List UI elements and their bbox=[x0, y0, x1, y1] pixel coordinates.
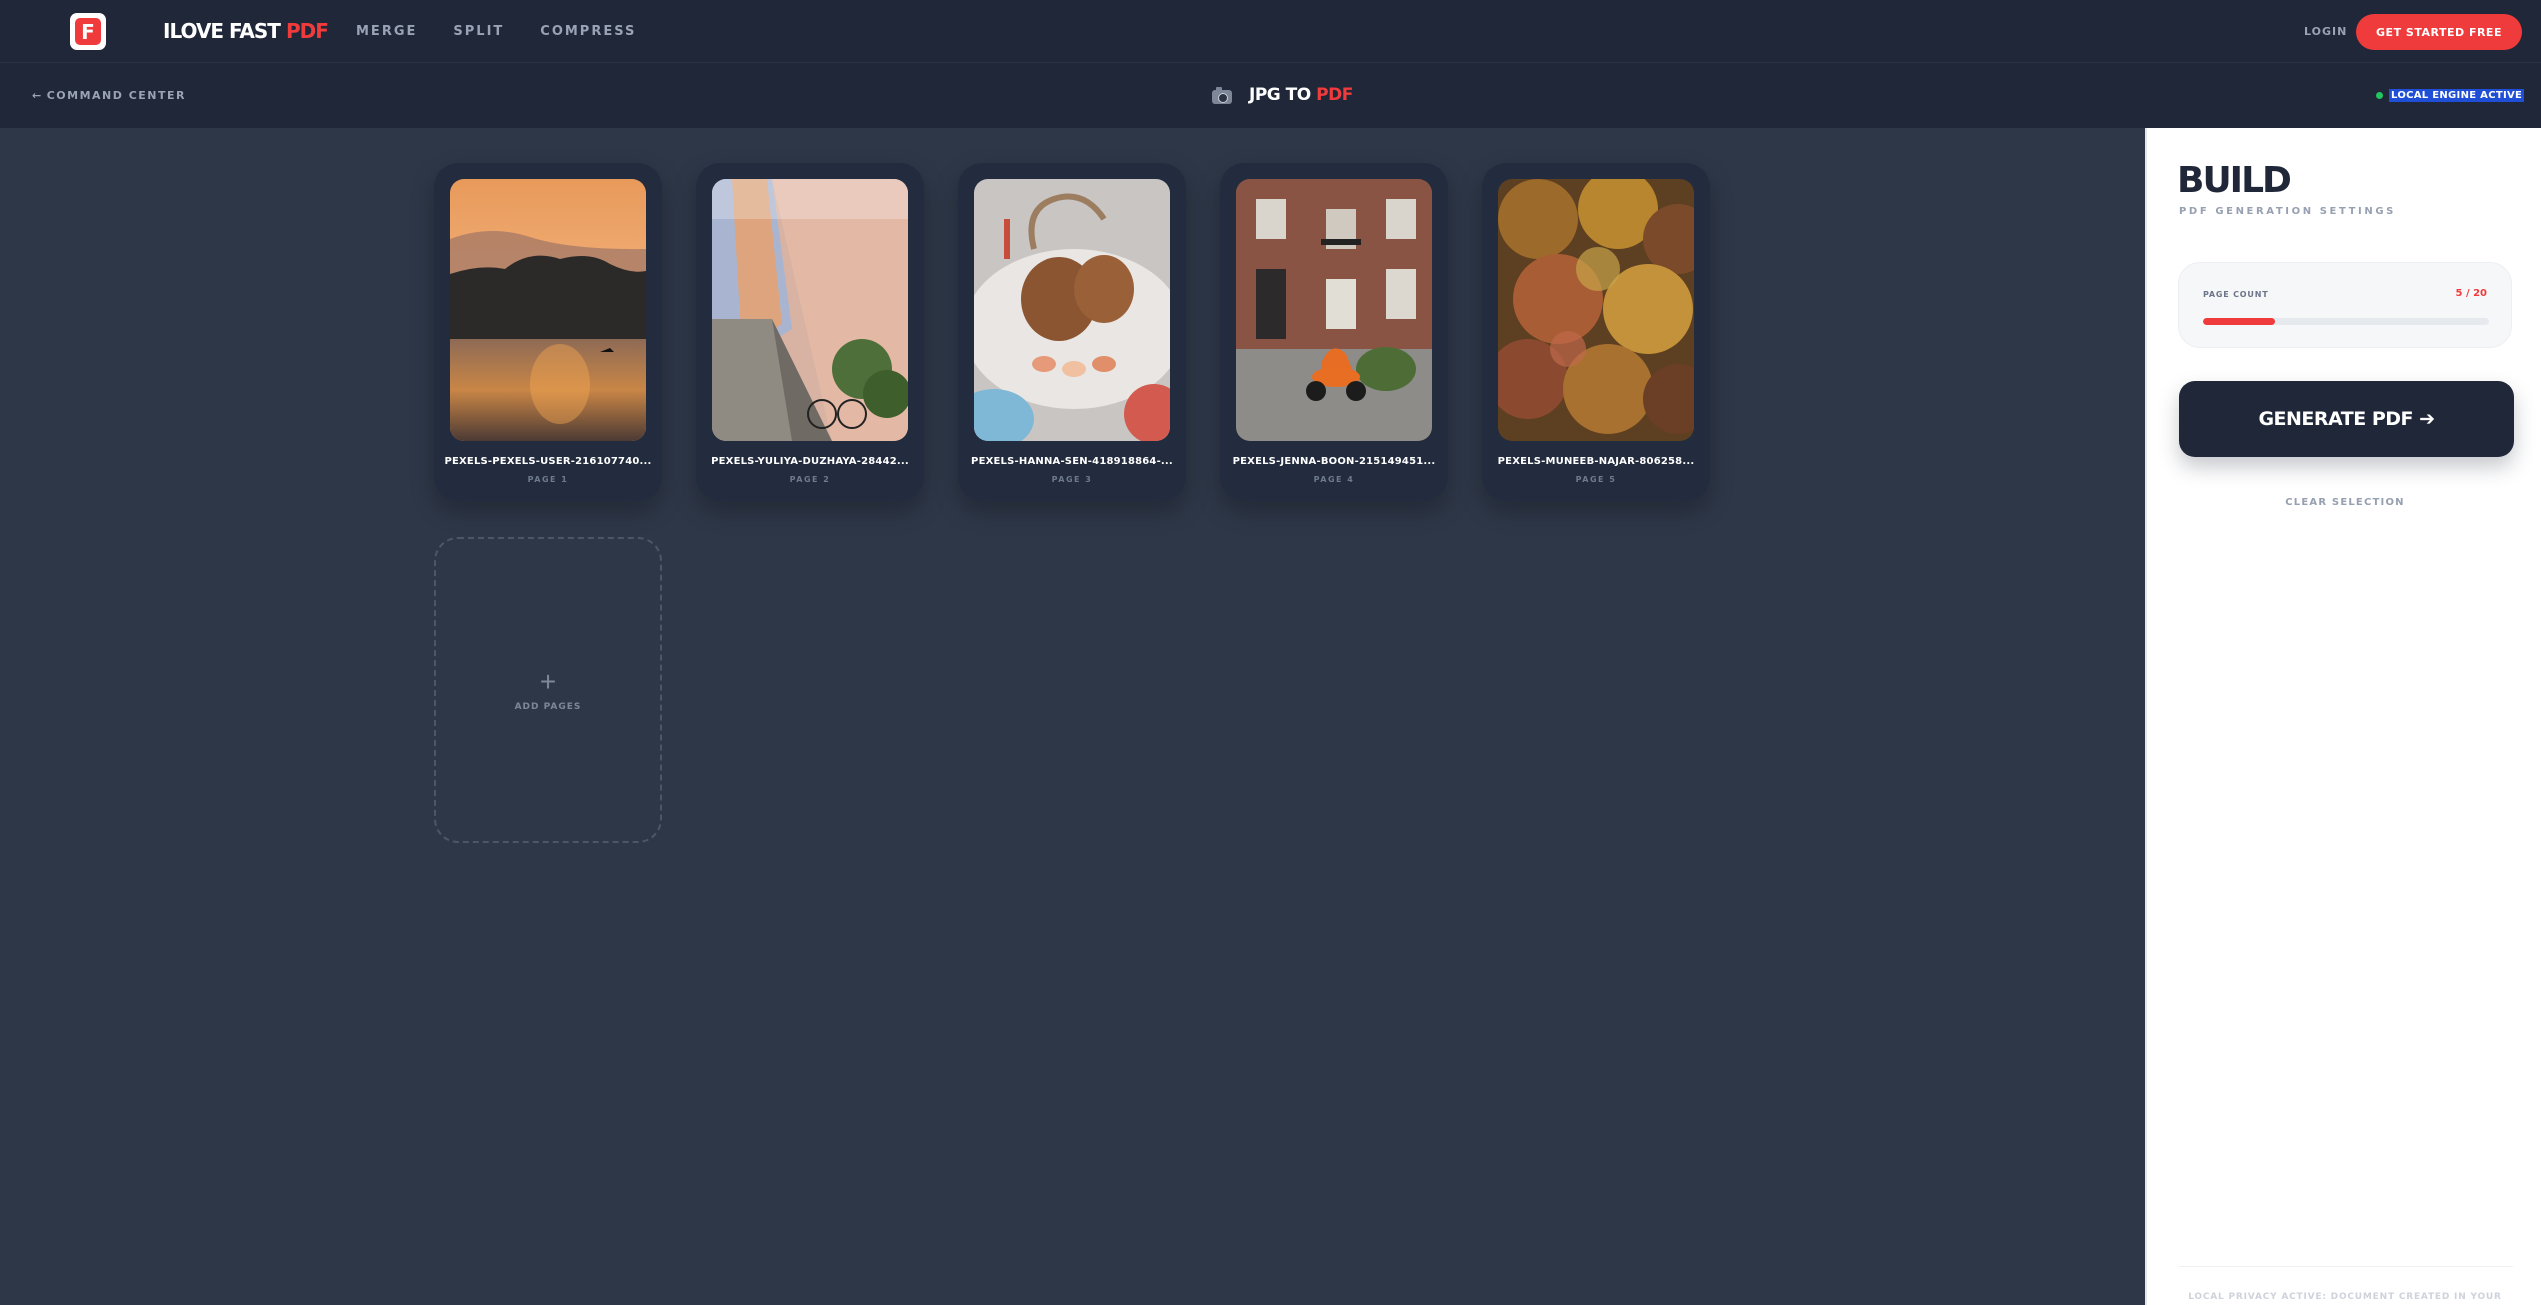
engine-status-label: LOCAL ENGINE ACTIVE bbox=[2389, 89, 2525, 102]
page-number-label: PAGE 4 bbox=[1313, 475, 1355, 484]
page-thumbnail bbox=[712, 179, 908, 441]
add-pages-label: ADD PAGES bbox=[514, 702, 582, 712]
panel-subtitle: PDF GENERATION SETTINGS bbox=[2179, 206, 2396, 217]
panel-title: BUILD bbox=[2177, 160, 2292, 201]
page-number-label: PAGE 3 bbox=[1051, 475, 1093, 484]
page-number-label: PAGE 2 bbox=[789, 475, 831, 484]
generate-pdf-button[interactable]: GENERATE PDF ➔ bbox=[2179, 381, 2514, 457]
page-thumbnail bbox=[974, 179, 1170, 441]
divider bbox=[2179, 1266, 2513, 1267]
page-card[interactable]: PEXELS-HANNA-SEN-418918864-... PAGE 3 bbox=[958, 163, 1186, 501]
tool-title-main: JPG TO bbox=[1249, 85, 1311, 105]
nav-links: MERGE SPLIT COMPRESS bbox=[356, 24, 636, 39]
nav-link-merge[interactable]: MERGE bbox=[356, 24, 417, 39]
plus-icon: + bbox=[539, 666, 557, 697]
logo-icon[interactable]: F bbox=[70, 13, 106, 50]
thumbnail-scooter-house bbox=[1236, 179, 1432, 441]
page-number-label: PAGE 5 bbox=[1575, 475, 1617, 484]
brand-accent: PDF bbox=[285, 19, 329, 43]
page-thumbnail bbox=[450, 179, 646, 441]
thumbnail-lake-sunset bbox=[450, 179, 646, 441]
page-filename: PEXELS-HANNA-SEN-418918864-... bbox=[971, 456, 1173, 467]
build-settings-panel: BUILD PDF GENERATION SETTINGS PAGE COUNT… bbox=[2145, 128, 2541, 1305]
nav-link-compress[interactable]: COMPRESS bbox=[540, 24, 636, 39]
page-count-progress-fill bbox=[2203, 318, 2275, 325]
page-card[interactable]: PEXELS-PEXELS-USER-216107740... PAGE 1 bbox=[434, 163, 662, 501]
page-count-progress bbox=[2203, 318, 2489, 325]
login-link[interactable]: LOGIN bbox=[2304, 25, 2347, 38]
tool-title: JPG TO PDF bbox=[1212, 85, 1353, 105]
tool-title-accent: PDF bbox=[1316, 85, 1353, 105]
thumbnail-easter-cakes bbox=[974, 179, 1170, 441]
page-card[interactable]: PEXELS-YULIYA-DUZHAYA-28442... PAGE 2 bbox=[696, 163, 924, 501]
page-filename: PEXELS-PEXELS-USER-216107740... bbox=[444, 456, 652, 467]
get-started-button[interactable]: GET STARTED FREE bbox=[2356, 14, 2522, 50]
camera-icon bbox=[1212, 86, 1232, 104]
page-count-label: PAGE COUNT bbox=[2203, 290, 2269, 299]
page-thumbnail bbox=[1236, 179, 1432, 441]
page-card[interactable]: PEXELS-MUNEEB-NAJAR-806258... PAGE 5 bbox=[1482, 163, 1710, 501]
back-arrow-icon: ← bbox=[32, 89, 43, 102]
thumbnail-street-alley bbox=[712, 179, 908, 441]
add-pages-button[interactable]: + ADD PAGES bbox=[434, 537, 662, 843]
engine-status: LOCAL ENGINE ACTIVE bbox=[2376, 89, 2525, 102]
page-count-box: PAGE COUNT 5 / 20 bbox=[2178, 262, 2512, 348]
brand-main: ILOVE FAST bbox=[163, 19, 281, 43]
clear-selection-button[interactable]: CLEAR SELECTION bbox=[2147, 497, 2541, 508]
page-filename: PEXELS-YULIYA-DUZHAYA-28442... bbox=[711, 456, 909, 467]
status-dot-icon bbox=[2376, 92, 2383, 99]
page-thumbnail bbox=[1498, 179, 1694, 441]
top-navbar: F ILOVE FAST PDF MERGE SPLIT COMPRESS LOG… bbox=[0, 0, 2541, 63]
page-number-label: PAGE 1 bbox=[527, 475, 569, 484]
page-count-value: 5 / 20 bbox=[2455, 288, 2488, 299]
tool-header: ← COMMAND CENTER JPG TO PDF bbox=[0, 63, 2541, 128]
page-filename: PEXELS-MUNEEB-NAJAR-806258... bbox=[1497, 456, 1695, 467]
page-filename: PEXELS-JENNA-BOON-215149451... bbox=[1232, 456, 1436, 467]
back-link-label: COMMAND CENTER bbox=[46, 89, 186, 102]
brand-wordmark[interactable]: ILOVE FAST PDF bbox=[163, 19, 329, 43]
logo-letter: F bbox=[75, 18, 101, 45]
nav-link-split[interactable]: SPLIT bbox=[453, 24, 504, 39]
page-card[interactable]: PEXELS-JENNA-BOON-215149451... PAGE 4 bbox=[1220, 163, 1448, 501]
back-to-command-center-link[interactable]: ← COMMAND CENTER bbox=[32, 89, 186, 102]
privacy-note: LOCAL PRIVACY ACTIVE: DOCUMENT CREATED I… bbox=[2188, 1292, 2502, 1302]
thumbnail-autumn-forest bbox=[1498, 179, 1694, 441]
